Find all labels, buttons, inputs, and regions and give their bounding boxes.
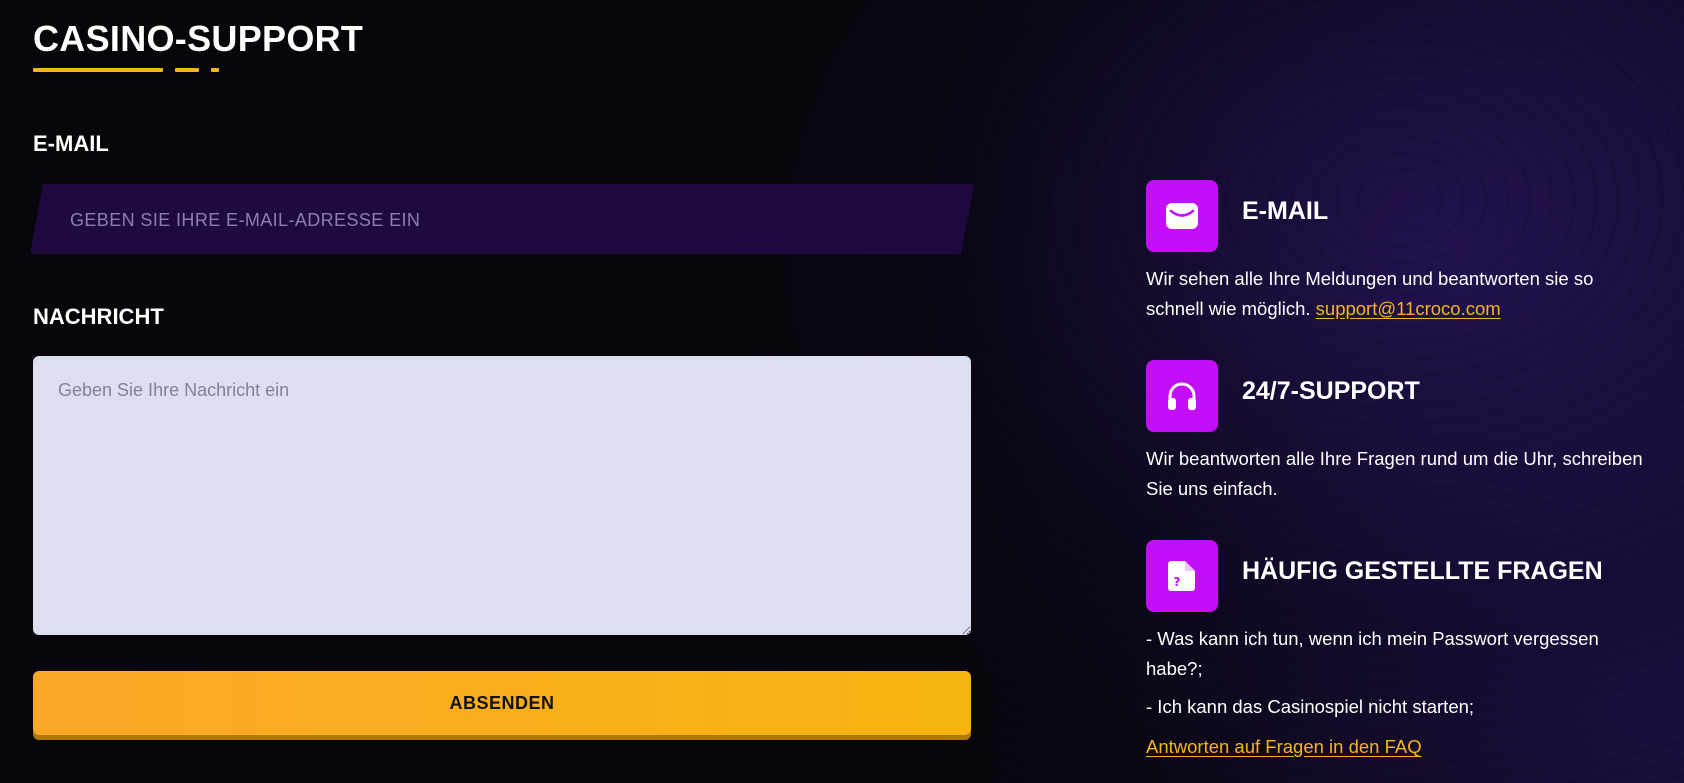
info-email-title: E-MAIL bbox=[1242, 197, 1329, 225]
svg-text:?: ? bbox=[1174, 575, 1181, 589]
message-label: NACHRICHT bbox=[33, 304, 164, 329]
info-email-block: E-MAIL Wir sehen alle Ihre Meldungen und… bbox=[1146, 180, 1656, 324]
underline-segment bbox=[175, 68, 199, 72]
question-document-icon: ? bbox=[1146, 540, 1218, 612]
headphones-icon bbox=[1146, 360, 1218, 432]
info-faq-list: - Was kann ich tun, wenn ich mein Passwo… bbox=[1146, 624, 1656, 762]
faq-link[interactable]: Antworten auf Fragen in den FAQ bbox=[1146, 732, 1422, 762]
info-support-title: 24/7-SUPPORT bbox=[1242, 377, 1420, 405]
message-textarea[interactable] bbox=[33, 356, 971, 635]
info-email-header: E-MAIL bbox=[1146, 180, 1656, 252]
faq-item: - Ich kann das Casinospiel nicht starten… bbox=[1146, 696, 1475, 717]
faq-item: - Was kann ich tun, wenn ich mein Passwo… bbox=[1146, 628, 1599, 679]
support-email-link[interactable]: support@11croco.com bbox=[1316, 298, 1501, 319]
email-field-wrapper bbox=[30, 184, 974, 256]
info-email-text-wrapper: Wir sehen alle Ihre Meldungen und beantw… bbox=[1146, 264, 1656, 324]
info-faq-title: HÄUFIG GESTELLTE FRAGEN bbox=[1242, 557, 1603, 585]
info-support-header: 24/7-SUPPORT bbox=[1146, 360, 1656, 432]
title-underline bbox=[33, 68, 233, 72]
page-title: CASINO-SUPPORT bbox=[33, 18, 364, 59]
info-faq-header: ? HÄUFIG GESTELLTE FRAGEN bbox=[1146, 540, 1656, 612]
underline-segment bbox=[33, 68, 163, 72]
info-faq-block: ? HÄUFIG GESTELLTE FRAGEN - Was kann ich… bbox=[1146, 540, 1656, 762]
info-support-block: 24/7-SUPPORT Wir beantworten alle Ihre F… bbox=[1146, 360, 1656, 504]
email-input[interactable] bbox=[68, 184, 932, 256]
submit-button[interactable]: ABSENDEN bbox=[33, 671, 971, 735]
email-label: E-MAIL bbox=[33, 131, 109, 156]
info-support-text: Wir beantworten alle Ihre Fragen rund um… bbox=[1146, 448, 1643, 499]
underline-segment bbox=[211, 68, 219, 72]
info-support-text-wrapper: Wir beantworten alle Ihre Fragen rund um… bbox=[1146, 444, 1656, 504]
envelope-icon bbox=[1146, 180, 1218, 252]
